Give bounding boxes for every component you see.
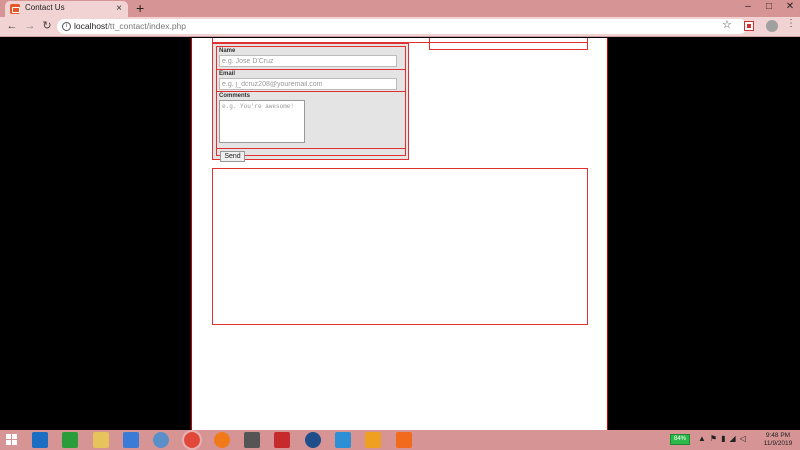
right-panel-box <box>429 38 588 50</box>
site-favicon-icon <box>10 4 20 14</box>
tab-title: Contact Us <box>25 3 65 12</box>
comments-label: Comments <box>219 93 251 99</box>
tab-close-icon[interactable]: × <box>116 2 122 16</box>
reload-icon[interactable]: ↻ <box>40 19 54 33</box>
extension-icon[interactable] <box>744 21 754 31</box>
close-window-button[interactable]: ✕ <box>778 0 800 14</box>
windows-start-icon[interactable] <box>6 434 18 446</box>
chrome-menu-icon[interactable]: ⋮ <box>786 18 796 29</box>
contact-form: Name Email Comments Send <box>212 43 409 162</box>
taskbar-clock[interactable]: 9:48 PM 11/9/2019 <box>758 432 798 448</box>
notepad-icon[interactable] <box>335 432 351 448</box>
media-player-icon[interactable] <box>365 432 382 448</box>
email-label: Email <box>219 71 236 77</box>
send-button[interactable]: Send <box>220 151 245 162</box>
tab-contact-us[interactable]: Contact Us × <box>5 1 128 17</box>
contact-form-inner: Name Email Comments Send <box>216 46 406 162</box>
content-box <box>212 168 588 325</box>
name-label: Name <box>219 48 236 54</box>
vpn-icon[interactable] <box>304 432 321 448</box>
address-bar[interactable]: i localhost/tt_contact/index.php <box>57 19 747 34</box>
xampp-icon[interactable] <box>395 432 412 448</box>
browser-title-bar: Contact Us × + – □ ✕ <box>0 0 800 17</box>
firefox-icon[interactable] <box>213 432 230 448</box>
comments-textarea[interactable] <box>219 100 305 143</box>
new-tab-button[interactable]: + <box>136 0 144 17</box>
windows-taskbar: 84% ▲⚑▮◢◁ 9:48 PM 11/9/2019 <box>0 430 800 450</box>
name-input[interactable] <box>219 55 397 67</box>
bookmark-star-icon[interactable]: ☆ <box>722 18 732 31</box>
back-arrow-icon[interactable]: ← <box>5 19 19 33</box>
battery-icon[interactable]: 84% <box>670 434 690 445</box>
email-input[interactable] <box>219 78 397 90</box>
name-group: Name <box>217 47 405 70</box>
chrome-icon[interactable] <box>181 430 202 450</box>
clock-time: 9:48 PM <box>765 432 791 439</box>
url-text: localhost/tt_contact/index.php <box>74 21 186 31</box>
tray-icons[interactable]: ▲⚑▮◢◁ <box>698 434 750 443</box>
explorer-icon[interactable] <box>92 432 109 448</box>
network-icon[interactable] <box>153 432 170 448</box>
clock-date: 11/9/2019 <box>763 440 793 447</box>
site-info-icon[interactable]: i <box>62 22 71 31</box>
comments-group: Comments <box>217 92 405 149</box>
page-content: Name Email Comments Send <box>191 38 608 430</box>
ie-icon[interactable] <box>32 432 48 448</box>
filezilla-icon[interactable] <box>274 432 291 448</box>
remote-desktop-icon[interactable] <box>122 432 139 448</box>
store-icon[interactable] <box>62 432 79 448</box>
forward-arrow-icon[interactable]: → <box>23 19 37 33</box>
terminal-icon[interactable] <box>244 432 261 448</box>
profile-avatar-icon[interactable] <box>766 20 778 32</box>
email-group: Email <box>217 70 405 92</box>
url-host: localhost <box>74 21 108 31</box>
url-path: /tt_contact/index.php <box>107 21 187 31</box>
browser-toolbar: ← → ↻ i localhost/tt_contact/index.php <box>0 17 800 37</box>
